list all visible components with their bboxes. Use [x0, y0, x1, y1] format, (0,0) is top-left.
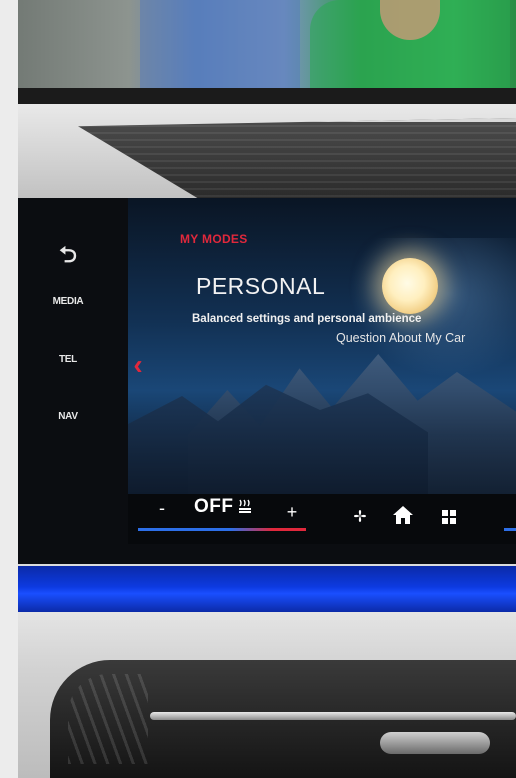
rail-nav-button[interactable]: NAV [38, 411, 98, 422]
back-arrow-icon[interactable]: ⮌ [38, 238, 98, 276]
photo-edge [0, 0, 18, 778]
mode-orb-icon [382, 258, 438, 314]
assistant-prompt: Question About My Car [336, 331, 466, 345]
temperature-plus-button[interactable]: + [280, 500, 304, 524]
background-blur [140, 0, 300, 92]
air-vent-bottom [50, 660, 516, 778]
temperature-track [138, 528, 306, 531]
temperature-value[interactable]: OFF [194, 496, 234, 518]
apps-icon[interactable] [440, 508, 458, 526]
temperature-minus-button[interactable]: - [150, 496, 174, 520]
chevron-left-icon[interactable]: ‹ [128, 350, 148, 380]
mode-description: Balanced settings and personal ambience [192, 313, 422, 325]
rail-tel-button[interactable]: TEL [38, 354, 98, 365]
windshield-view [0, 0, 516, 92]
vent-trim [150, 712, 516, 720]
fan-icon[interactable] [350, 506, 370, 526]
mode-title: PERSONAL [196, 273, 326, 299]
seat-heat-icon[interactable] [236, 498, 254, 516]
temperature-track-passenger [504, 528, 516, 531]
background-mist [348, 238, 516, 378]
infotainment-screen: ⮌ MEDIA TEL NAV ‹ MY MODES PERSONAL Bala… [18, 198, 516, 564]
section-label: MY MODES [180, 232, 248, 246]
home-icon[interactable] [390, 502, 416, 528]
vent-knob [380, 732, 490, 754]
vent-slats [68, 674, 148, 764]
rail-media-button[interactable]: MEDIA [38, 296, 98, 307]
ambient-light-strip [18, 566, 516, 612]
